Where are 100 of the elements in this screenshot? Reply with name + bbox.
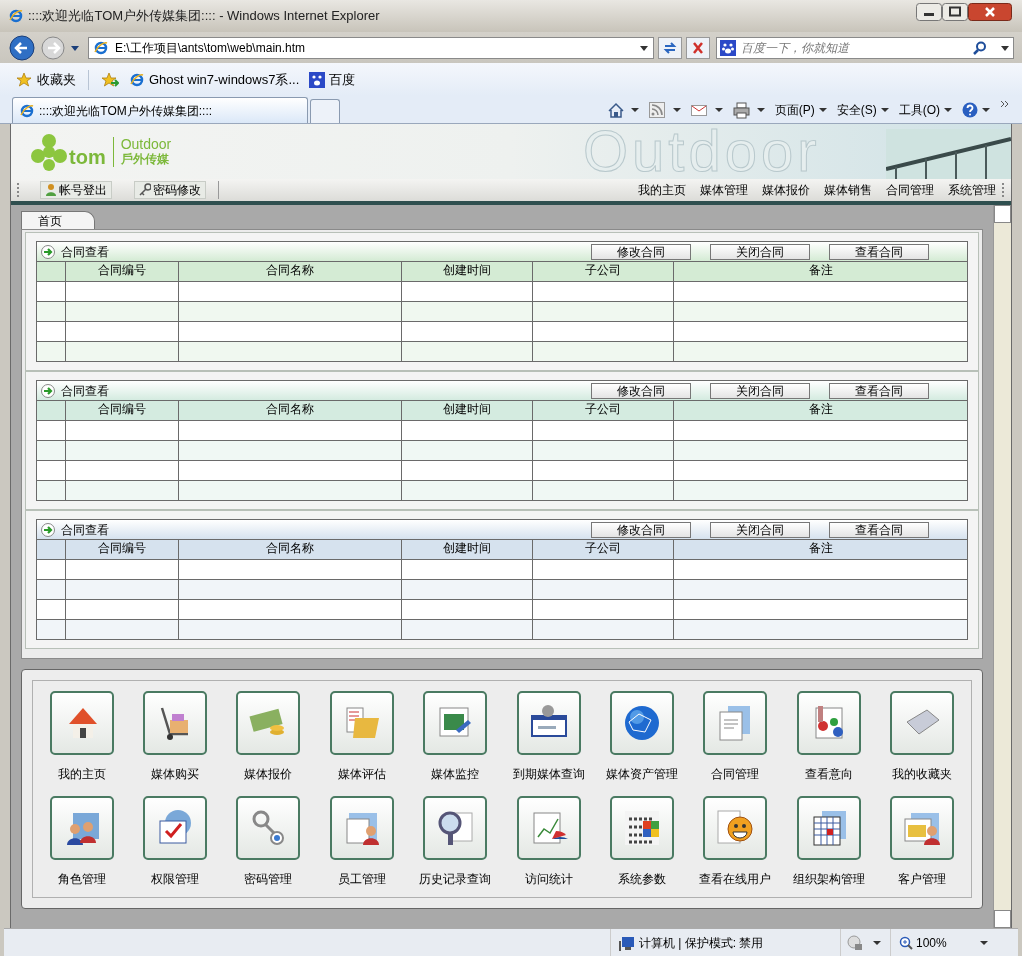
menu-button[interactable]: 工具(O) (898, 101, 940, 119)
nav-link[interactable]: 媒体销售 (824, 181, 872, 199)
address-bar[interactable]: E:\工作项目\ants\tom\web\main.htm (88, 36, 655, 59)
module-label[interactable]: 访问统计 (524, 870, 573, 888)
dropdown-icon[interactable] (873, 939, 881, 946)
action-button[interactable]: 关闭合同 (710, 243, 810, 260)
module-label[interactable]: 密码管理 (244, 870, 293, 888)
module-button[interactable] (796, 691, 861, 755)
module-label[interactable]: 媒体报价 (244, 765, 293, 783)
module-button[interactable] (143, 691, 208, 755)
module-button[interactable] (236, 691, 301, 755)
feed-icon[interactable] (648, 101, 667, 119)
dropdown-icon[interactable] (630, 107, 639, 113)
dropdown-icon[interactable] (756, 107, 765, 113)
module-label[interactable]: 历史记录查询 (419, 870, 492, 888)
action-button[interactable]: 查看合同 (829, 521, 929, 538)
nav-link[interactable]: 媒体报价 (762, 181, 810, 199)
dropdown-icon[interactable] (639, 43, 650, 52)
module-button[interactable] (703, 691, 768, 755)
module-label[interactable]: 查看意向 (804, 765, 853, 783)
module-label[interactable]: 角色管理 (57, 870, 106, 888)
module-button[interactable] (890, 796, 955, 860)
module-label[interactable]: 组织架构管理 (792, 870, 865, 888)
module-button[interactable] (423, 796, 488, 860)
action-button[interactable]: 关闭合同 (710, 521, 810, 538)
dropdown-icon[interactable] (944, 107, 952, 113)
search-field[interactable]: 百度一下，你就知道 (741, 38, 968, 57)
help-icon[interactable] (962, 102, 978, 118)
refresh-button[interactable] (658, 36, 683, 59)
module-label[interactable]: 合同管理 (711, 765, 760, 783)
module-button[interactable] (329, 796, 394, 860)
module-button[interactable] (516, 796, 581, 860)
menu-button[interactable]: 页面(P) (774, 101, 815, 119)
module-button[interactable] (49, 796, 114, 860)
browser-tab[interactable]: ::::欢迎光临TOM户外传媒集团:::: (12, 97, 308, 123)
search-icon[interactable] (973, 40, 987, 55)
module-button[interactable] (796, 796, 861, 860)
dropdown-icon[interactable] (982, 107, 990, 113)
back-button[interactable] (8, 33, 36, 62)
module-button[interactable] (610, 691, 675, 755)
module-label[interactable]: 媒体评估 (337, 765, 386, 783)
module-label[interactable]: 客户管理 (898, 870, 947, 888)
action-button[interactable]: 修改合同 (591, 382, 691, 399)
minimize-button[interactable] (916, 3, 942, 21)
page-tab[interactable]: 首页 (21, 211, 95, 229)
dropdown-icon[interactable] (70, 43, 80, 52)
module-label[interactable]: 媒体资产管理 (606, 765, 679, 783)
home-icon[interactable] (606, 101, 625, 119)
module-button[interactable] (703, 796, 768, 860)
scroll-bar[interactable] (993, 205, 1011, 928)
module-button[interactable] (423, 691, 488, 755)
nav-link[interactable]: 我的主页 (638, 181, 686, 199)
favorite-link[interactable]: Ghost win7-windows7系... (129, 69, 300, 90)
nav-link[interactable]: 合同管理 (886, 181, 934, 199)
module-button[interactable] (49, 691, 114, 755)
dropdown-icon[interactable] (980, 939, 988, 946)
module-label[interactable]: 我的收藏夹 (892, 765, 953, 783)
nav-link[interactable]: 媒体管理 (700, 181, 748, 199)
new-tab-button[interactable] (310, 99, 340, 123)
paw-icon (309, 71, 326, 88)
chevron-icon[interactable] (1000, 100, 1010, 110)
module-label[interactable]: 查看在线用户 (699, 870, 772, 888)
close-button[interactable] (968, 3, 1012, 21)
dropdown-icon[interactable] (818, 107, 827, 113)
dropdown-icon[interactable] (714, 107, 723, 113)
printer-icon[interactable] (732, 101, 751, 119)
zoom-button[interactable]: 100% (890, 929, 980, 956)
module-button[interactable] (329, 691, 394, 755)
module-button[interactable] (610, 796, 675, 860)
favorite-link[interactable]: 百度 (309, 69, 356, 90)
module-button[interactable] (236, 796, 301, 860)
module-label[interactable]: 我的主页 (57, 765, 106, 783)
stop-button[interactable] (686, 36, 711, 59)
search-bar[interactable]: 百度一下，你就知道 (716, 36, 1014, 59)
favorites-button[interactable]: 收藏夹 (16, 69, 76, 90)
action-button[interactable]: 修改合同 (591, 243, 691, 260)
nav-link[interactable]: 系统管理 (948, 181, 996, 199)
action-button[interactable]: 修改合同 (591, 521, 691, 538)
dropdown-icon[interactable] (672, 107, 681, 113)
address-field[interactable]: E:\工作项目\ants\tom\web\main.htm (115, 38, 634, 57)
action-button[interactable]: 查看合同 (829, 243, 929, 260)
module-label[interactable]: 媒体监控 (431, 765, 480, 783)
maximize-button[interactable] (942, 3, 968, 21)
module-label[interactable]: 权限管理 (151, 870, 200, 888)
module-label[interactable]: 系统参数 (618, 870, 667, 888)
module-label[interactable]: 媒体购买 (151, 765, 200, 783)
add-favorite-icon[interactable] (101, 71, 119, 88)
module-button[interactable] (143, 796, 208, 860)
dropdown-icon[interactable] (880, 107, 889, 113)
lock-icon[interactable] (847, 934, 863, 951)
action-button[interactable]: 关闭合同 (710, 382, 810, 399)
dropdown-icon[interactable] (1000, 43, 1010, 52)
module-button[interactable] (516, 691, 581, 755)
toolbar-button[interactable]: 帐号登出 (40, 181, 112, 199)
module-label[interactable]: 员工管理 (337, 870, 386, 888)
menu-button[interactable]: 安全(S) (836, 101, 877, 119)
module-button[interactable] (890, 691, 955, 755)
action-button[interactable]: 查看合同 (829, 382, 929, 399)
module-label[interactable]: 到期媒体查询 (512, 765, 585, 783)
toolbar-button[interactable]: 密码修改 (134, 181, 206, 199)
